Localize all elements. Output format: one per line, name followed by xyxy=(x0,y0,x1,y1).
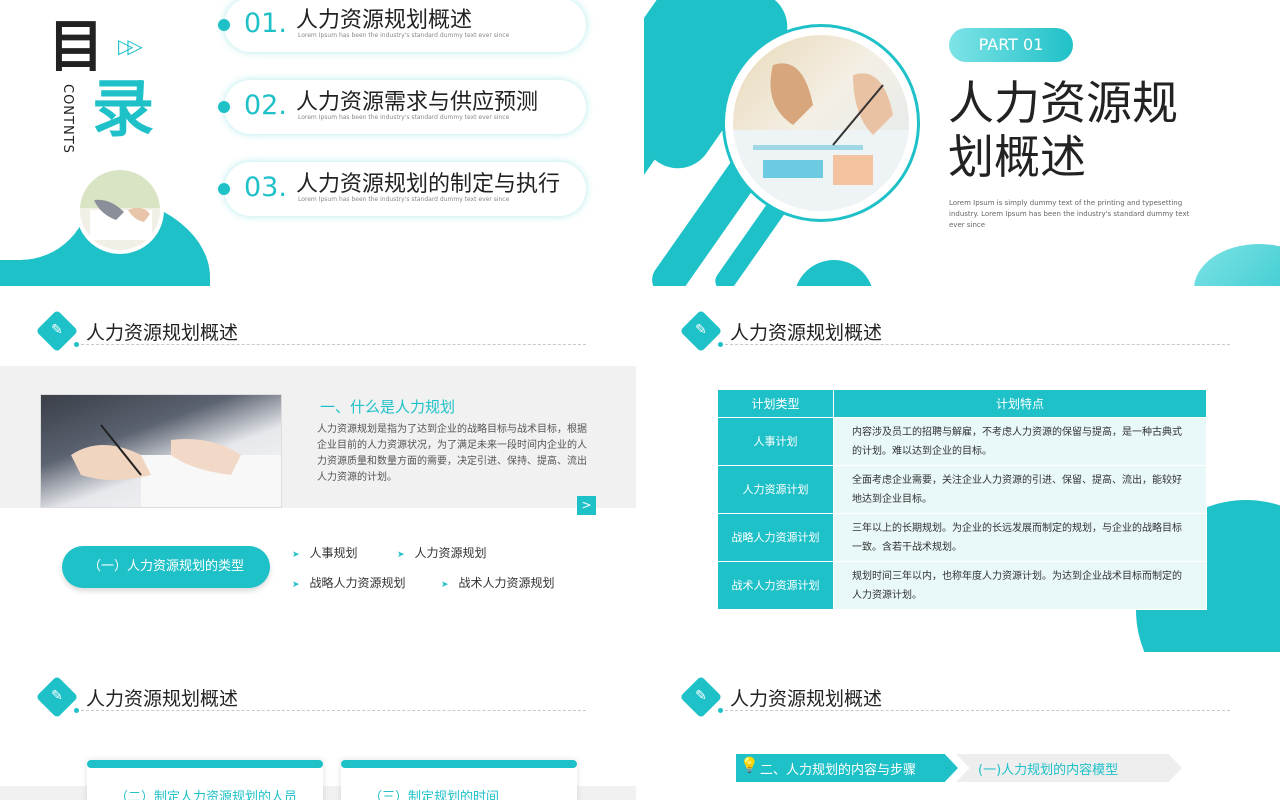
step-label-active: 二、人力规划的内容与步骤 xyxy=(760,763,917,778)
info-card: （三）制定规划的时间 xyxy=(341,760,577,800)
toc-subtitle: Lorem Ipsum has been the industry's stan… xyxy=(298,196,510,203)
photo-signing xyxy=(40,394,282,508)
photo-document xyxy=(733,35,909,211)
toc-num: 02. xyxy=(244,90,287,121)
type-label: 人事规划 xyxy=(309,546,358,560)
table-row: 战术人力资源计划 规划时间三年以内，也称年度人力资源计划。为达到企业战术目标而制… xyxy=(717,561,1207,610)
toc-dot xyxy=(218,19,230,31)
toc-item-1[interactable]: 01. 人力资源规划概述 Lorem Ipsum has been the in… xyxy=(218,0,586,52)
type-item: ➤ 人事规划 xyxy=(292,544,358,561)
toc-title-mu: 目 xyxy=(48,15,104,80)
type-item: ➤ 战略人力资源规划 xyxy=(292,574,406,591)
toc-dot xyxy=(218,183,230,195)
slide-content-steps[interactable]: ✎ 人力资源规划概述 💡 二、人力规划的内容与步骤 (一)人力规划的内容模型 xyxy=(644,660,1280,800)
plan-type-cell: 人事计划 xyxy=(717,417,834,466)
slide-plan-types-table[interactable]: ✎ 人力资源规划概述 计划类型 计划特点 人事计划 内容涉及员工的招聘与解雇，不… xyxy=(644,294,1280,652)
header-divider xyxy=(720,710,1230,711)
toc-num: 03. xyxy=(244,172,287,203)
info-card: （二）制定人力资源规划的人员 xyxy=(87,760,323,800)
card-accent-bar xyxy=(341,760,577,768)
toc-dot xyxy=(218,101,230,113)
toc-subtitle: Lorem Ipsum has been the industry's stan… xyxy=(298,32,510,39)
edit-icon: ✎ xyxy=(51,688,63,704)
step-label-inactive: (一)人力规划的内容模型 xyxy=(978,763,1119,778)
decor-stripe xyxy=(778,244,890,286)
next-arrow-button[interactable]: > xyxy=(577,496,596,515)
toc-contnts-label: CONTNTS xyxy=(60,84,75,154)
slide-header-title: 人力资源规划概述 xyxy=(730,688,883,710)
card-accent-bar xyxy=(87,760,323,768)
type-label: 战略人力资源规划 xyxy=(309,576,406,590)
photo-writing-hand xyxy=(76,166,164,254)
header-dot xyxy=(74,342,79,347)
type-item: ➤ 人力资源规划 xyxy=(397,544,487,561)
photo-illustration xyxy=(80,170,160,250)
header-dot xyxy=(718,342,723,347)
table-row: 战略人力资源计划 三年以上的长期规划。为企业的长远发展而制定的规划，与企业的战略… xyxy=(717,513,1207,562)
plan-type-cell: 战略人力资源计划 xyxy=(717,513,834,562)
table-header-row: 计划类型 计划特点 xyxy=(717,389,1207,418)
toc-num: 01. xyxy=(244,8,287,39)
part-badge: PART 01 xyxy=(949,28,1073,62)
card-title: （二）制定人力资源规划的人员 xyxy=(115,790,298,800)
play-icon: ▷▷ xyxy=(118,34,143,58)
table-header-cell: 计划类型 xyxy=(717,389,834,418)
header-divider xyxy=(76,344,586,345)
edit-icon: ✎ xyxy=(695,322,707,338)
toc-item-2[interactable]: 02. 人力资源需求与供应预测 Lorem Ipsum has been the… xyxy=(218,80,586,134)
card-title: （三）制定规划的时间 xyxy=(369,790,500,800)
bullet-arrow-icon: ➤ xyxy=(397,550,405,560)
section-title: 人力资源规划概述 xyxy=(948,76,1178,184)
photo-circle xyxy=(722,24,920,222)
toc-title: 人力资源需求与供应预测 xyxy=(296,90,539,115)
edit-icon: ✎ xyxy=(51,322,63,338)
slide-header-title: 人力资源规划概述 xyxy=(86,322,239,344)
section-heading: 一、什么是人力规划 xyxy=(320,398,456,416)
plan-desc-cell: 内容涉及员工的招聘与解雇，不考虑人力资源的保留与提高，是一种古典式的计划。难以达… xyxy=(833,417,1207,466)
header-dot xyxy=(718,708,723,713)
plan-types-table: 计划类型 计划特点 人事计划 内容涉及员工的招聘与解雇，不考虑人力资源的保留与提… xyxy=(717,389,1207,610)
section-paragraph: 人力资源规划是指为了达到企业的战略目标与战术目标，根据企业目前的人力资源状况，为… xyxy=(317,424,587,483)
toc-title-lu: 录 xyxy=(92,72,155,145)
bullet-arrow-icon: ➤ xyxy=(441,580,449,590)
section-description: Lorem Ipsum is simply dummy text of the … xyxy=(949,199,1190,229)
plan-desc-cell: 规划时间三年以内，也称年度人力资源计划。为达到企业战术目标而制定的人力资源计划。 xyxy=(833,561,1207,610)
toc-item-3[interactable]: 03. 人力资源规划的制定与执行 Lorem Ipsum has been th… xyxy=(218,162,586,216)
slide-part01[interactable]: PART 01 人力资源规划概述 Lorem Ipsum is simply d… xyxy=(644,0,1280,286)
table-row: 人事计划 内容涉及员工的招聘与解雇，不考虑人力资源的保留与提高，是一种古典式的计… xyxy=(717,417,1207,466)
slide-header-title: 人力资源规划概述 xyxy=(730,322,883,344)
toc-title: 人力资源规划的制定与执行 xyxy=(296,172,561,197)
plan-desc-cell: 全面考虑企业需要，关注企业人力资源的引进、保留、提高、流出，能较好地达到企业目标… xyxy=(833,465,1207,514)
header-dot xyxy=(74,708,79,713)
photo-illustration xyxy=(71,424,281,507)
slide-toc[interactable]: 目 录 CONTNTS ▷▷ 01. 人力资源规划概述 Lorem Ipsum … xyxy=(0,0,636,286)
table-header-cell: 计划特点 xyxy=(833,389,1207,418)
toc-title: 人力资源规划概述 xyxy=(296,8,473,33)
slide-what-is-planning[interactable]: ✎ 人力资源规划概述 一、什么是人力规划 人力资源规划是指为了达到企业的战略目标… xyxy=(0,294,636,652)
type-label: 人力资源规划 xyxy=(414,546,487,560)
toc-subtitle: Lorem Ipsum has been the industry's stan… xyxy=(298,114,510,121)
edit-icon: ✎ xyxy=(695,688,707,704)
plan-type-cell: 战术人力资源计划 xyxy=(717,561,834,610)
header-divider xyxy=(76,710,586,711)
slide-header-title: 人力资源规划概述 xyxy=(86,688,239,710)
photo-illustration xyxy=(733,63,909,211)
table-row: 人力资源计划 全面考虑企业需要，关注企业人力资源的引进、保留、提高、流出，能较好… xyxy=(717,465,1207,514)
header-divider xyxy=(720,344,1230,345)
slide-planning-people-time[interactable]: ✎ 人力资源规划概述 （二）制定人力资源规划的人员 （三）制定规划的时间 xyxy=(0,660,636,800)
bullet-arrow-icon: ➤ xyxy=(292,550,300,560)
type-label: 战术人力资源规划 xyxy=(458,576,555,590)
type-item: ➤ 战术人力资源规划 xyxy=(441,574,555,591)
decor-blob xyxy=(1194,244,1280,286)
plan-type-cell: 人力资源计划 xyxy=(717,465,834,514)
bullet-arrow-icon: ➤ xyxy=(292,580,300,590)
types-pill: （一）人力资源规划的类型 xyxy=(62,546,270,588)
plan-desc-cell: 三年以上的长期规划。为企业的长远发展而制定的规划，与企业的战略目标一致。含若干战… xyxy=(833,513,1207,562)
bulb-icon: 💡 xyxy=(740,756,759,774)
